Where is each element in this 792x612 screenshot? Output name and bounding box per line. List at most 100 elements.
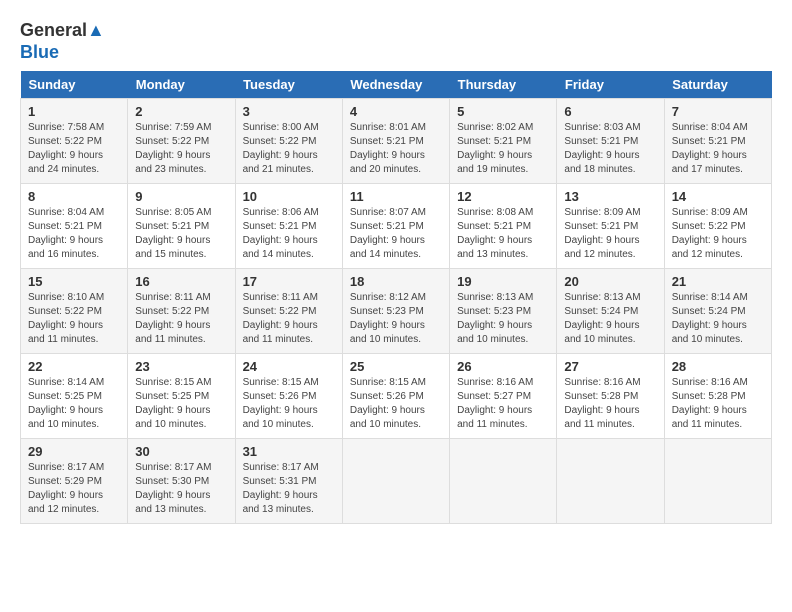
day-number: 23: [135, 359, 227, 374]
day-header-saturday: Saturday: [664, 71, 771, 99]
calendar-cell: 13 Sunrise: 8:09 AM Sunset: 5:21 PM Dayli…: [557, 184, 664, 269]
day-header-wednesday: Wednesday: [342, 71, 449, 99]
day-info: Sunrise: 8:11 AM Sunset: 5:22 PM Dayligh…: [135, 291, 227, 347]
day-info: Sunrise: 8:10 AM Sunset: 5:22 PM Dayligh…: [28, 291, 120, 347]
calendar-cell: 1 Sunrise: 7:58 AM Sunset: 5:22 PM Daylig…: [21, 99, 128, 184]
calendar-cell: 3Sunrise: 8:00 AM Sunset: 5:22 PM Daylig…: [235, 99, 342, 184]
day-info: Sunrise: 8:15 AM Sunset: 5:25 PM Dayligh…: [135, 376, 227, 432]
day-info: Sunrise: 8:16 AM Sunset: 5:27 PM Dayligh…: [457, 376, 549, 432]
calendar-cell: 18 Sunrise: 8:12 AM Sunset: 5:23 PM Dayli…: [342, 269, 449, 354]
day-info: Sunrise: 8:01 AM Sunset: 5:21 PM Dayligh…: [350, 121, 442, 177]
day-info: Sunrise: 7:59 AM Sunset: 5:22 PM Dayligh…: [135, 121, 227, 177]
day-number: 19: [457, 274, 549, 289]
day-info: Sunrise: 8:12 AM Sunset: 5:23 PM Dayligh…: [350, 291, 442, 347]
day-info: Sunrise: 8:05 AM Sunset: 5:21 PM Dayligh…: [135, 206, 227, 262]
day-number: 9: [135, 189, 227, 204]
day-header-thursday: Thursday: [450, 71, 557, 99]
day-number: 13: [564, 189, 656, 204]
calendar-cell: 17 Sunrise: 8:11 AM Sunset: 5:22 PM Dayli…: [235, 269, 342, 354]
day-number: 12: [457, 189, 549, 204]
day-info: Sunrise: 8:17 AM Sunset: 5:31 PM Dayligh…: [243, 461, 335, 517]
calendar-cell: 22 Sunrise: 8:14 AM Sunset: 5:25 PM Dayli…: [21, 354, 128, 439]
day-info: Sunrise: 8:02 AM Sunset: 5:21 PM Dayligh…: [457, 121, 549, 177]
calendar-cell: 2Sunrise: 7:59 AM Sunset: 5:22 PM Daylig…: [128, 99, 235, 184]
calendar-header: SundayMondayTuesdayWednesdayThursdayFrid…: [21, 71, 772, 99]
day-header-friday: Friday: [557, 71, 664, 99]
calendar-cell: [557, 439, 664, 524]
day-number: 1: [28, 104, 120, 119]
calendar-week-3: 15 Sunrise: 8:10 AM Sunset: 5:22 PM Dayli…: [21, 269, 772, 354]
logo-line2: Blue: [20, 42, 105, 64]
day-number: 29: [28, 444, 120, 459]
calendar-cell: 31 Sunrise: 8:17 AM Sunset: 5:31 PM Dayli…: [235, 439, 342, 524]
calendar-cell: 8 Sunrise: 8:04 AM Sunset: 5:21 PM Daylig…: [21, 184, 128, 269]
day-info: Sunrise: 8:09 AM Sunset: 5:21 PM Dayligh…: [564, 206, 656, 262]
day-number: 17: [243, 274, 335, 289]
day-info: Sunrise: 8:17 AM Sunset: 5:30 PM Dayligh…: [135, 461, 227, 517]
day-info: Sunrise: 7:58 AM Sunset: 5:22 PM Dayligh…: [28, 121, 120, 177]
day-number: 30: [135, 444, 227, 459]
calendar-cell: 19 Sunrise: 8:13 AM Sunset: 5:23 PM Dayli…: [450, 269, 557, 354]
day-info: Sunrise: 8:13 AM Sunset: 5:23 PM Dayligh…: [457, 291, 549, 347]
day-number: 27: [564, 359, 656, 374]
calendar-cell: [664, 439, 771, 524]
calendar-cell: 20 Sunrise: 8:13 AM Sunset: 5:24 PM Dayli…: [557, 269, 664, 354]
calendar-cell: 12 Sunrise: 8:08 AM Sunset: 5:21 PM Dayli…: [450, 184, 557, 269]
day-info: Sunrise: 8:04 AM Sunset: 5:21 PM Dayligh…: [28, 206, 120, 262]
day-header-tuesday: Tuesday: [235, 71, 342, 99]
day-header-sunday: Sunday: [21, 71, 128, 99]
calendar-table: SundayMondayTuesdayWednesdayThursdayFrid…: [20, 71, 772, 524]
calendar-cell: 16 Sunrise: 8:11 AM Sunset: 5:22 PM Dayli…: [128, 269, 235, 354]
day-number: 26: [457, 359, 549, 374]
day-info: Sunrise: 8:15 AM Sunset: 5:26 PM Dayligh…: [350, 376, 442, 432]
calendar-cell: [342, 439, 449, 524]
day-number: 24: [243, 359, 335, 374]
calendar-cell: 10Sunrise: 8:06 AM Sunset: 5:21 PM Dayli…: [235, 184, 342, 269]
calendar-week-1: 1 Sunrise: 7:58 AM Sunset: 5:22 PM Daylig…: [21, 99, 772, 184]
day-number: 31: [243, 444, 335, 459]
calendar-cell: 27 Sunrise: 8:16 AM Sunset: 5:28 PM Dayli…: [557, 354, 664, 439]
day-number: 22: [28, 359, 120, 374]
day-number: 4: [350, 104, 442, 119]
calendar-body: 1 Sunrise: 7:58 AM Sunset: 5:22 PM Daylig…: [21, 99, 772, 524]
day-number: 8: [28, 189, 120, 204]
day-number: 15: [28, 274, 120, 289]
calendar-cell: [450, 439, 557, 524]
calendar-cell: 25 Sunrise: 8:15 AM Sunset: 5:26 PM Dayli…: [342, 354, 449, 439]
calendar-cell: 29 Sunrise: 8:17 AM Sunset: 5:29 PM Dayli…: [21, 439, 128, 524]
calendar-cell: 11Sunrise: 8:07 AM Sunset: 5:21 PM Dayli…: [342, 184, 449, 269]
day-number: 25: [350, 359, 442, 374]
day-number: 6: [564, 104, 656, 119]
day-info: Sunrise: 8:14 AM Sunset: 5:25 PM Dayligh…: [28, 376, 120, 432]
day-number: 14: [672, 189, 764, 204]
day-info: Sunrise: 8:13 AM Sunset: 5:24 PM Dayligh…: [564, 291, 656, 347]
logo-text: General▲ Blue: [20, 20, 105, 63]
day-info: Sunrise: 8:16 AM Sunset: 5:28 PM Dayligh…: [672, 376, 764, 432]
day-info: Sunrise: 8:03 AM Sunset: 5:21 PM Dayligh…: [564, 121, 656, 177]
day-info: Sunrise: 8:08 AM Sunset: 5:21 PM Dayligh…: [457, 206, 549, 262]
day-number: 20: [564, 274, 656, 289]
day-info: Sunrise: 8:04 AM Sunset: 5:21 PM Dayligh…: [672, 121, 764, 177]
calendar-cell: 23 Sunrise: 8:15 AM Sunset: 5:25 PM Dayli…: [128, 354, 235, 439]
day-number: 18: [350, 274, 442, 289]
day-number: 7: [672, 104, 764, 119]
day-info: Sunrise: 8:14 AM Sunset: 5:24 PM Dayligh…: [672, 291, 764, 347]
logo: General▲ Blue: [20, 20, 105, 63]
calendar-cell: 14Sunrise: 8:09 AM Sunset: 5:22 PM Dayli…: [664, 184, 771, 269]
day-number: 3: [243, 104, 335, 119]
calendar-cell: 4 Sunrise: 8:01 AM Sunset: 5:21 PM Daylig…: [342, 99, 449, 184]
day-info: Sunrise: 8:07 AM Sunset: 5:21 PM Dayligh…: [350, 206, 442, 262]
day-number: 21: [672, 274, 764, 289]
calendar-cell: 7 Sunrise: 8:04 AM Sunset: 5:21 PM Daylig…: [664, 99, 771, 184]
day-info: Sunrise: 8:11 AM Sunset: 5:22 PM Dayligh…: [243, 291, 335, 347]
day-number: 16: [135, 274, 227, 289]
day-info: Sunrise: 8:16 AM Sunset: 5:28 PM Dayligh…: [564, 376, 656, 432]
calendar-cell: 24Sunrise: 8:15 AM Sunset: 5:26 PM Dayli…: [235, 354, 342, 439]
page-header: General▲ Blue: [20, 20, 772, 63]
calendar-week-2: 8 Sunrise: 8:04 AM Sunset: 5:21 PM Daylig…: [21, 184, 772, 269]
logo-line1: General▲: [20, 20, 105, 42]
calendar-week-4: 22 Sunrise: 8:14 AM Sunset: 5:25 PM Dayli…: [21, 354, 772, 439]
day-info: Sunrise: 8:17 AM Sunset: 5:29 PM Dayligh…: [28, 461, 120, 517]
day-number: 28: [672, 359, 764, 374]
calendar-cell: 26 Sunrise: 8:16 AM Sunset: 5:27 PM Dayli…: [450, 354, 557, 439]
